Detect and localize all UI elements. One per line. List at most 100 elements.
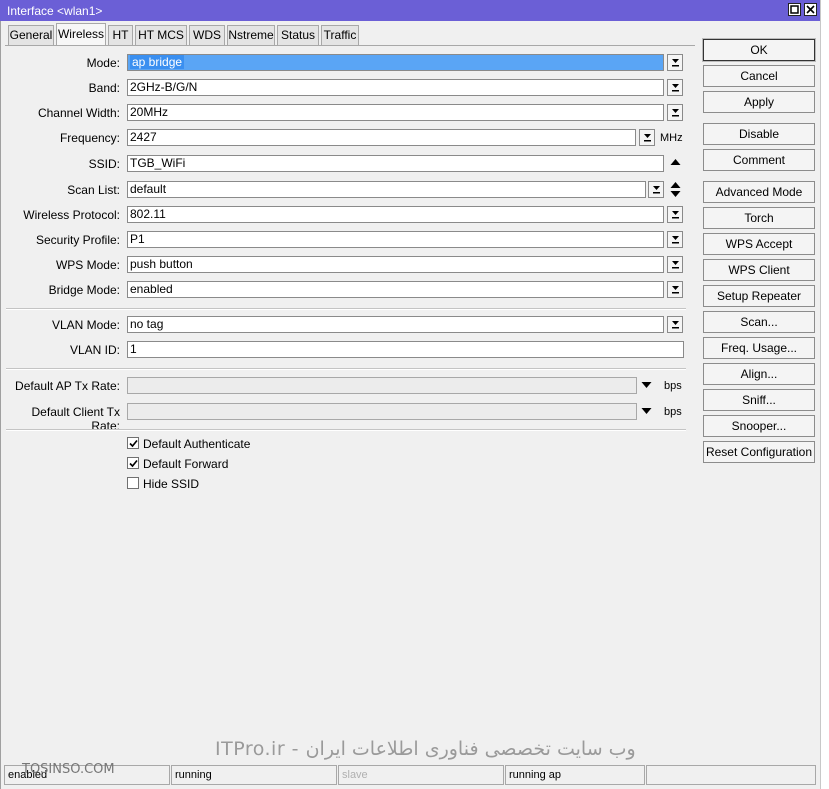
tab-ht-mcs[interactable]: HT MCS	[135, 25, 187, 45]
bridge-mode-label: Bridge Mode:	[48, 283, 120, 297]
close-icon	[806, 5, 815, 14]
collapse-up-icon[interactable]	[670, 158, 681, 166]
ap-tx-rate-unit: bps	[664, 380, 682, 392]
disable-button[interactable]: Disable	[703, 123, 815, 145]
status-empty	[646, 765, 816, 785]
snooper-button[interactable]: Snooper...	[703, 415, 815, 437]
tab-wds[interactable]: WDS	[189, 25, 225, 45]
scan-list-label: Scan List:	[67, 183, 120, 197]
client-tx-rate-unit: bps	[664, 406, 682, 418]
reset-configuration-button[interactable]: Reset Configuration	[703, 441, 815, 463]
channel-width-select[interactable]: 20MHz	[127, 104, 664, 121]
default-forward-label: Default Forward	[143, 457, 229, 471]
frequency-select[interactable]: 2427	[127, 129, 636, 146]
maximize-icon	[790, 5, 799, 14]
default-authenticate-checkbox[interactable]	[127, 437, 139, 449]
security-profile-label: Security Profile:	[35, 233, 120, 247]
freq-usage-button[interactable]: Freq. Usage...	[703, 337, 815, 359]
section-divider	[6, 429, 686, 431]
watermark-site: TOSINSO.COM	[22, 762, 115, 777]
wireless-protocol-dropdown-button[interactable]	[667, 206, 683, 223]
tab-status[interactable]: Status	[277, 25, 319, 45]
apply-button[interactable]: Apply	[703, 91, 815, 113]
section-divider	[6, 308, 686, 310]
security-profile-select[interactable]: P1	[127, 231, 664, 248]
vlan-id-input[interactable]: 1	[127, 341, 684, 358]
chevron-down-icon	[672, 236, 679, 244]
band-label: Band:	[88, 81, 120, 95]
watermark-text: ITPro.ir - وب سایت تخصصی فناوری اطلاعات …	[215, 738, 636, 760]
close-button[interactable]	[804, 3, 817, 16]
chevron-down-icon	[672, 286, 679, 294]
maximize-button[interactable]	[788, 3, 801, 16]
comment-button[interactable]: Comment	[703, 149, 815, 171]
vlan-mode-select[interactable]: no tag	[127, 316, 664, 333]
bridge-mode-dropdown-button[interactable]	[667, 281, 683, 298]
tab-general[interactable]: General	[8, 25, 54, 45]
band-select[interactable]: 2GHz-B/G/N	[127, 79, 664, 96]
wireless-protocol-label: Wireless Protocol:	[23, 208, 120, 222]
chevron-down-icon	[644, 134, 651, 142]
scan-list-dropdown-button[interactable]	[648, 181, 664, 198]
add-remove-icon[interactable]	[670, 181, 681, 198]
mode-select[interactable]: ap bridge	[127, 54, 664, 71]
window-title: Interface <wlan1>	[7, 4, 103, 18]
align-button[interactable]: Align...	[703, 363, 815, 385]
band-dropdown-button[interactable]	[667, 79, 683, 96]
client-tx-rate-input[interactable]	[127, 403, 637, 420]
background-window	[820, 0, 829, 789]
advanced-mode-button[interactable]: Advanced Mode	[703, 181, 815, 203]
frequency-dropdown-button[interactable]	[639, 129, 655, 146]
security-profile-dropdown-button[interactable]	[667, 231, 683, 248]
chevron-down-icon	[672, 261, 679, 269]
wps-accept-button[interactable]: WPS Accept	[703, 233, 815, 255]
tab-nstreme[interactable]: Nstreme	[227, 25, 275, 45]
title-bar[interactable]	[0, 0, 820, 21]
hide-ssid-checkbox[interactable]	[127, 477, 139, 489]
section-divider	[6, 368, 686, 370]
wireless-protocol-select[interactable]: 802.11	[127, 206, 664, 223]
wps-mode-select[interactable]: push button	[127, 256, 664, 273]
wps-mode-dropdown-button[interactable]	[667, 256, 683, 273]
ssid-input[interactable]: TGB_WiFi	[127, 155, 664, 172]
frequency-label: Frequency:	[59, 131, 120, 145]
wps-mode-label: WPS Mode:	[55, 258, 120, 272]
scan-button[interactable]: Scan...	[703, 311, 815, 333]
expand-down-icon[interactable]	[641, 381, 652, 389]
status-slave: slave	[338, 765, 504, 785]
checkmark-icon	[129, 439, 138, 448]
sniff-button[interactable]: Sniff...	[703, 389, 815, 411]
checkmark-icon	[129, 459, 138, 468]
chevron-down-icon	[672, 59, 679, 67]
hide-ssid-label: Hide SSID	[143, 477, 200, 491]
default-forward-checkbox[interactable]	[127, 457, 139, 469]
expand-down-icon[interactable]	[641, 407, 652, 415]
chevron-down-icon	[653, 186, 660, 194]
channel-width-dropdown-button[interactable]	[667, 104, 683, 121]
vlan-mode-dropdown-button[interactable]	[667, 316, 683, 333]
ap-tx-rate-input[interactable]	[127, 377, 637, 394]
vlan-mode-label: VLAN Mode:	[51, 318, 120, 332]
vlan-id-label: VLAN ID:	[69, 343, 120, 357]
tab-wireless[interactable]: Wireless	[56, 23, 106, 46]
bridge-mode-select[interactable]: enabled	[127, 281, 664, 298]
ssid-label: SSID:	[88, 157, 120, 171]
wps-client-button[interactable]: WPS Client	[703, 259, 815, 281]
tab-ht[interactable]: HT	[108, 25, 133, 45]
tab-divider	[5, 45, 695, 46]
default-authenticate-label: Default Authenticate	[143, 437, 251, 451]
scan-list-input[interactable]: default	[127, 181, 646, 198]
mode-label: Mode:	[86, 56, 120, 70]
ok-button[interactable]: OK	[702, 38, 816, 62]
tab-traffic[interactable]: Traffic	[321, 25, 359, 45]
chevron-down-icon	[672, 109, 679, 117]
setup-repeater-button[interactable]: Setup Repeater	[703, 285, 815, 307]
chevron-down-icon	[672, 84, 679, 92]
chevron-down-icon	[672, 211, 679, 219]
chevron-down-icon	[672, 321, 679, 329]
torch-button[interactable]: Torch	[703, 207, 815, 229]
cancel-button[interactable]: Cancel	[703, 65, 815, 87]
ap-tx-rate-label: Default AP Tx Rate:	[15, 379, 120, 393]
channel-width-label: Channel Width:	[37, 106, 120, 120]
mode-dropdown-button[interactable]	[667, 54, 683, 71]
